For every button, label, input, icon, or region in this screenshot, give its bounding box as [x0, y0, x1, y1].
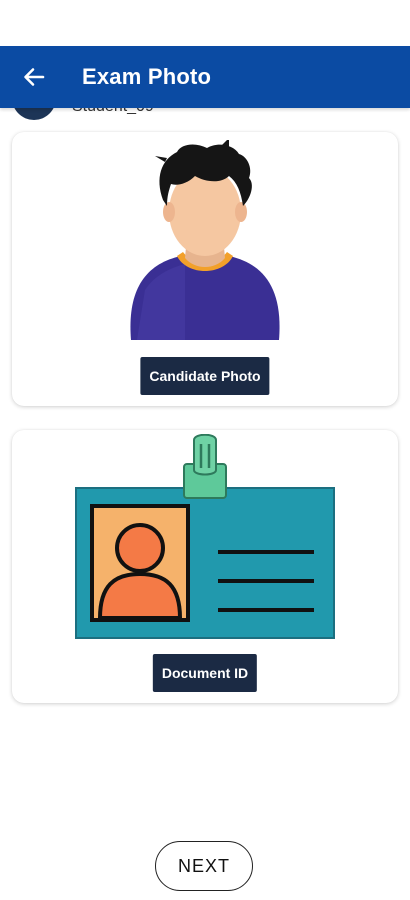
arrow-left-icon [24, 68, 45, 86]
candidate-photo-card[interactable]: Candidate Photo [12, 132, 398, 406]
app-bar: Exam Photo [0, 46, 410, 108]
document-id-card[interactable]: Document ID [12, 430, 398, 703]
page-title: Exam Photo [82, 64, 212, 89]
id-card-icon [75, 434, 335, 639]
status-bar [0, 0, 410, 46]
next-button[interactable]: NEXT [155, 841, 253, 891]
document-id-label: Document ID [152, 654, 258, 692]
back-button[interactable] [14, 57, 54, 97]
candidate-photo-label: Candidate Photo [140, 357, 270, 395]
person-avatar-icon [130, 140, 280, 340]
